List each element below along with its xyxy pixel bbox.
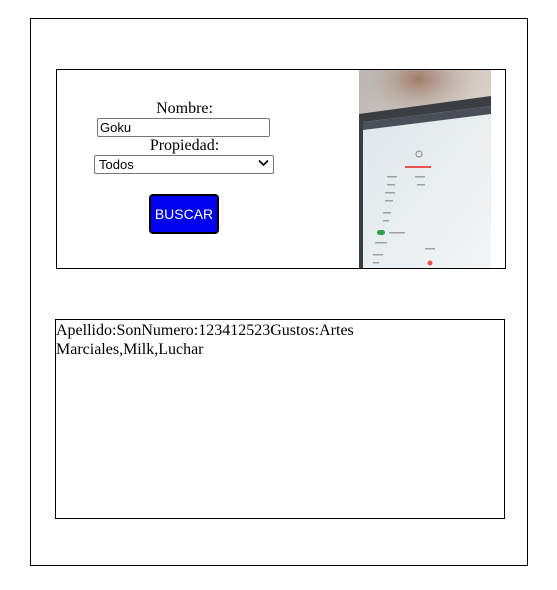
nombre-input[interactable] bbox=[97, 118, 270, 137]
results-text: Apellido:SonNumero:123412523Gustos:Artes… bbox=[56, 322, 354, 358]
results-panel: Apellido:SonNumero:123412523Gustos:Artes… bbox=[55, 319, 505, 519]
chevron-down-icon bbox=[258, 159, 269, 170]
search-panel: Nombre: Propiedad: Todos BUSCAR bbox=[56, 69, 506, 269]
nombre-label: Nombre: bbox=[156, 100, 213, 117]
propiedad-select[interactable]: Todos bbox=[94, 155, 274, 174]
propiedad-label: Propiedad: bbox=[149, 137, 220, 154]
propiedad-selected-value: Todos bbox=[99, 157, 134, 172]
search-form: Nombre: Propiedad: Todos BUSCAR bbox=[57, 70, 312, 268]
buscar-button[interactable]: BUSCAR bbox=[149, 194, 219, 234]
laptop-photo bbox=[359, 70, 491, 268]
